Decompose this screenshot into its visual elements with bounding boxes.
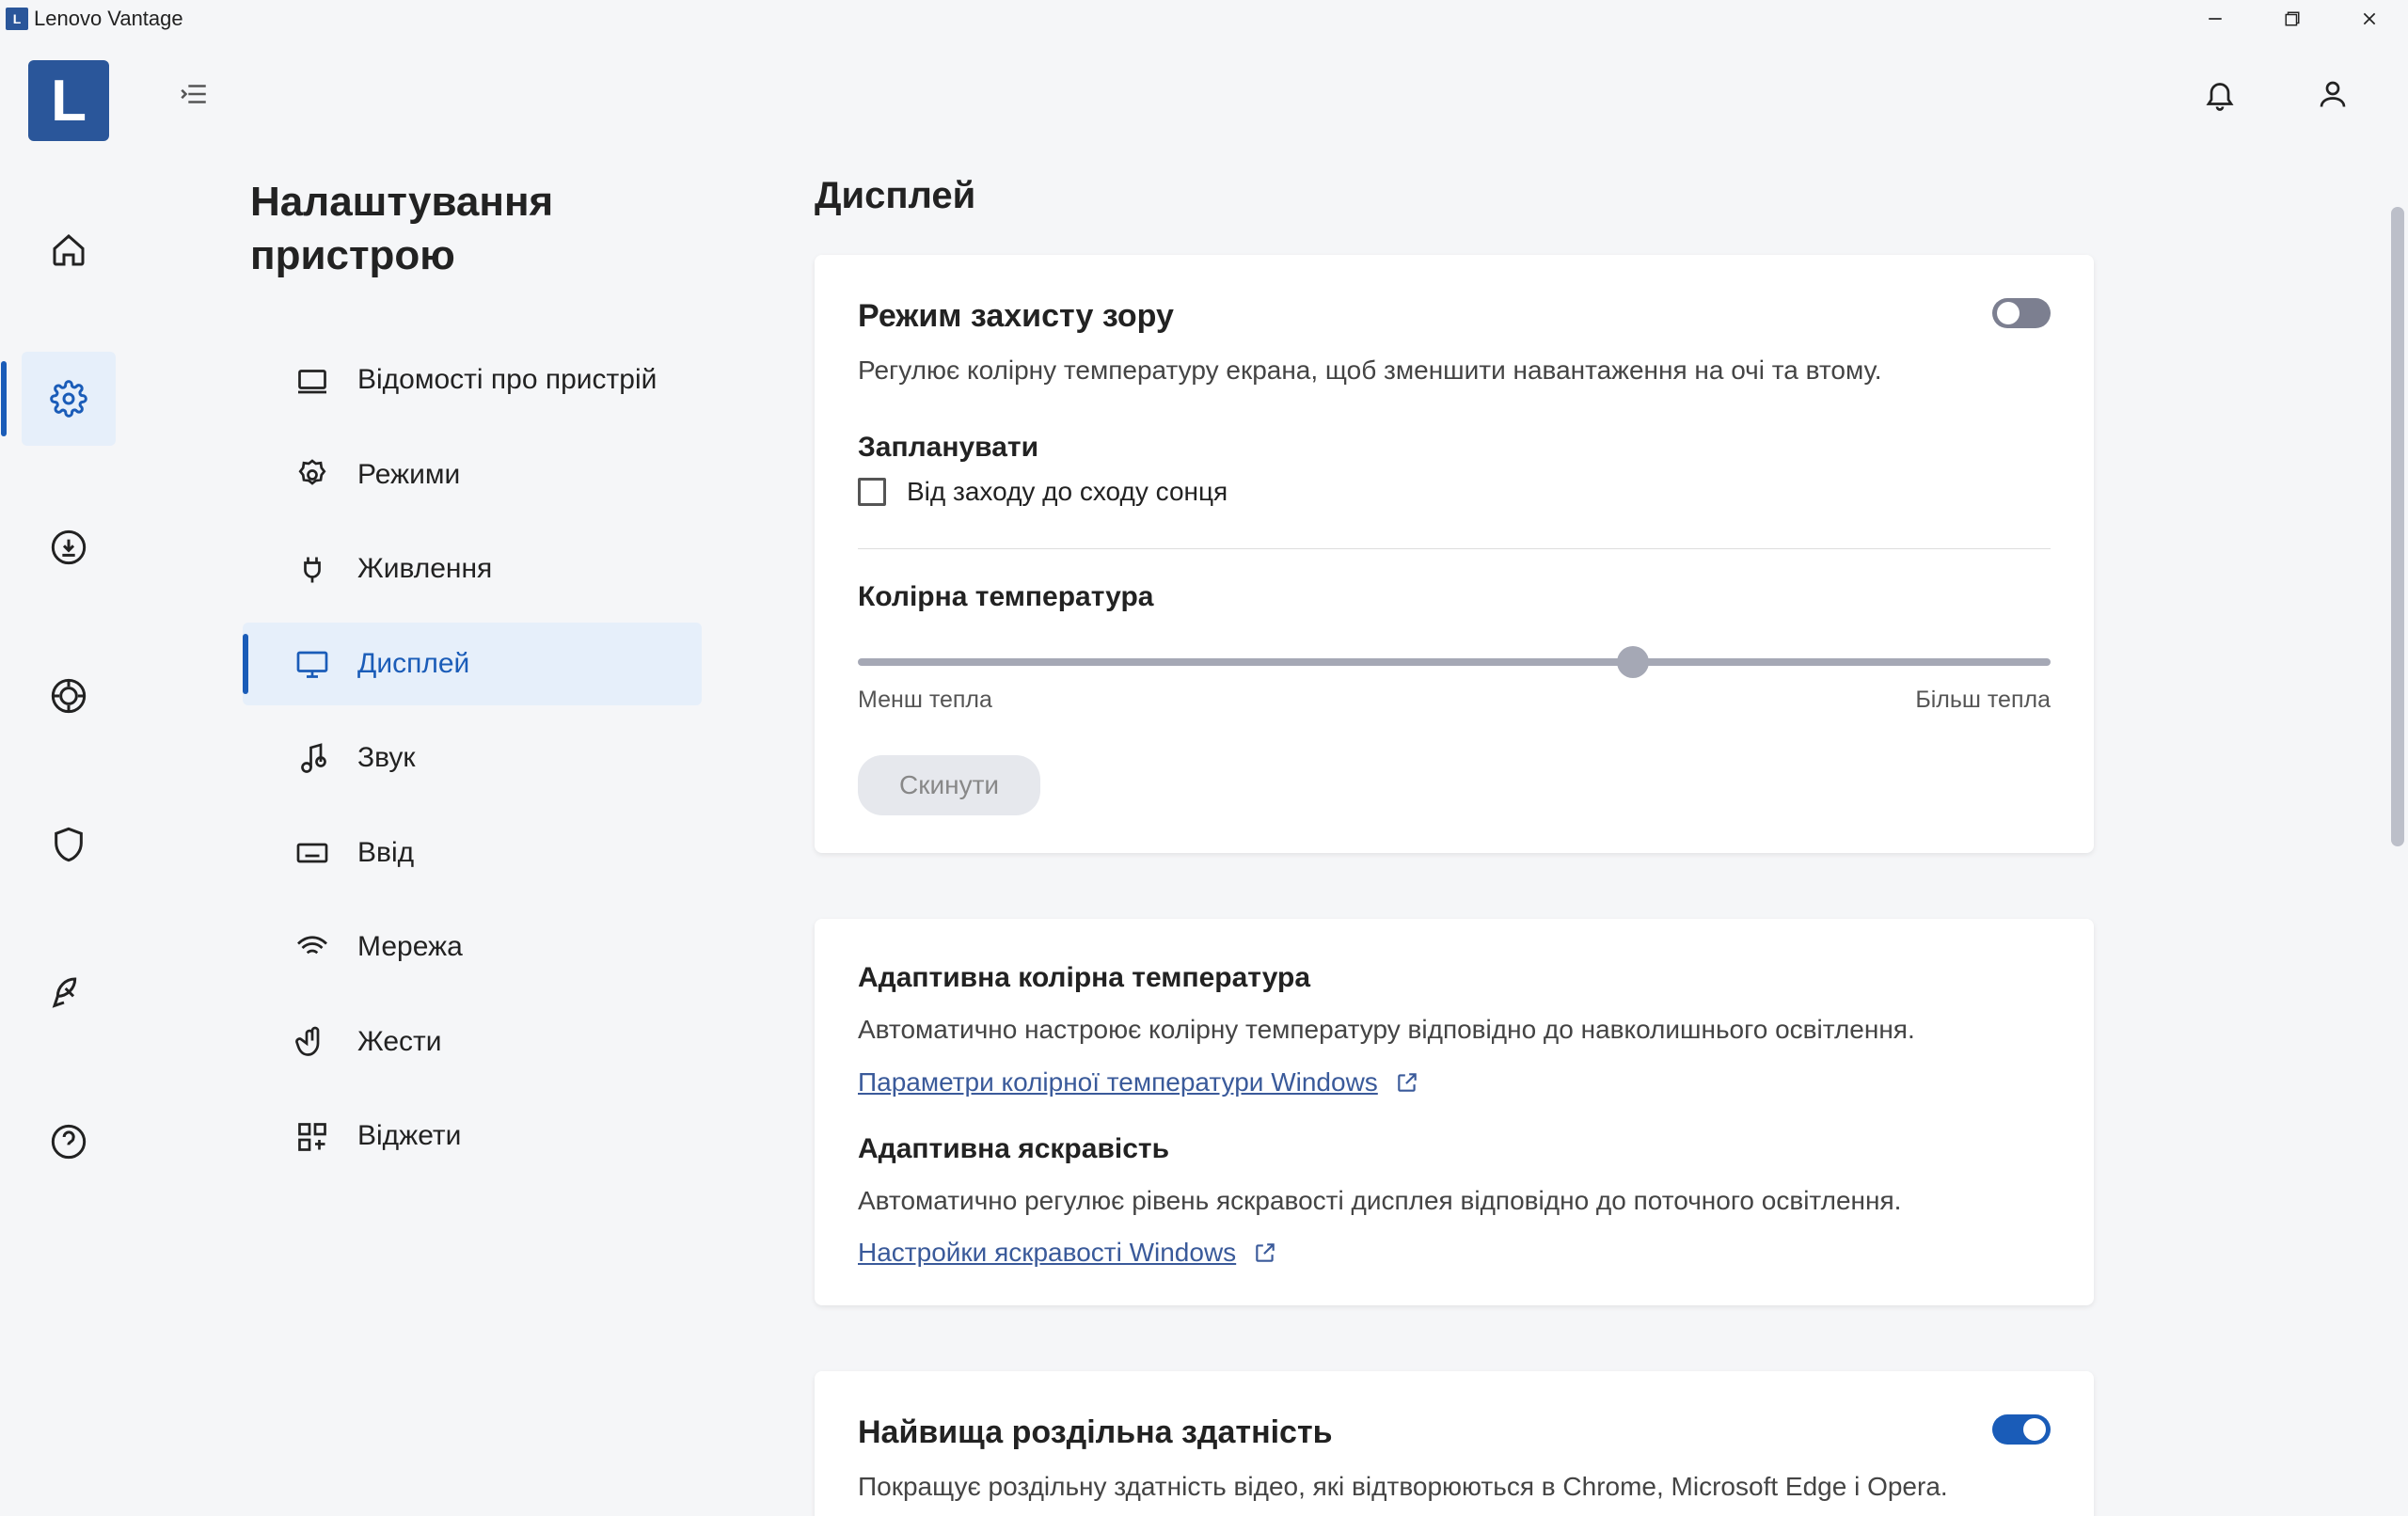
plug-icon — [295, 553, 329, 587]
app-icon: L — [6, 8, 28, 30]
scrollbar[interactable] — [2391, 207, 2404, 846]
sidebar-item-sound[interactable]: Звук — [243, 717, 702, 800]
page-title: Дисплей — [815, 175, 2094, 217]
adaptive-card: Адаптивна колірна температура Автоматичн… — [815, 919, 2094, 1305]
minimize-button[interactable] — [2177, 0, 2254, 38]
rail-performance[interactable] — [22, 946, 116, 1040]
rail-settings[interactable] — [22, 352, 116, 446]
sidebar-item-power[interactable]: Живлення — [243, 528, 702, 611]
divider — [858, 548, 2051, 549]
eye-care-title: Режим захисту зору — [858, 298, 1992, 335]
keyboard-icon — [295, 836, 329, 870]
hand-icon — [295, 1025, 329, 1059]
sidebar-title: Налаштування пристрою — [250, 175, 702, 282]
resolution-toggle[interactable] — [1992, 1414, 2051, 1445]
settings-sidebar: Налаштування пристрою Відомості про прис… — [250, 150, 702, 1516]
content: Дисплей Режим захисту зору Регулює колір… — [702, 150, 2169, 1516]
sidebar-item-widgets[interactable]: Віджети — [243, 1095, 702, 1178]
slider-thumb[interactable] — [1617, 646, 1649, 678]
sidebar-item-network[interactable]: Мережа — [243, 906, 702, 989]
eye-care-desc: Регулює колірну температуру екрана, щоб … — [858, 350, 1992, 390]
color-temp-slider[interactable] — [858, 658, 2051, 666]
rail-target[interactable] — [22, 649, 116, 743]
account-icon[interactable] — [2314, 75, 2352, 113]
maximize-button[interactable] — [2254, 0, 2331, 38]
sidebar-item-label: Відомості про пристрій — [357, 361, 657, 400]
resolution-card: Найвища роздільна здатність Покращує роз… — [815, 1371, 2094, 1516]
titlebar: L Lenovo Vantage — [0, 0, 2408, 38]
close-button[interactable] — [2331, 0, 2408, 38]
resolution-title: Найвища роздільна здатність — [858, 1414, 1992, 1451]
external-link-icon — [1253, 1240, 1277, 1265]
adaptive-temp-desc: Автоматично настроює колірну температуру… — [858, 1009, 2051, 1050]
windows-color-temp-link[interactable]: Параметри колірної температури Windows — [858, 1067, 1419, 1098]
wifi-icon — [295, 931, 329, 965]
laptop-icon — [295, 364, 329, 398]
checkbox-label: Від заходу до сходу сонця — [907, 477, 1228, 507]
external-link-icon — [1395, 1070, 1419, 1095]
windows-brightness-link[interactable]: Настройки яскравості Windows — [858, 1238, 1277, 1268]
sidebar-item-display[interactable]: Дисплей — [243, 623, 702, 706]
slider-min-label: Менш тепла — [858, 687, 992, 714]
sidebar-item-label: Жести — [357, 1023, 442, 1062]
sidebar-item-label: Живлення — [357, 550, 492, 589]
music-icon — [295, 742, 329, 776]
gear-badge-icon — [295, 458, 329, 492]
window-title: Lenovo Vantage — [34, 7, 183, 31]
rail-download[interactable] — [22, 500, 116, 594]
notifications-icon[interactable] — [2201, 75, 2239, 113]
rail-security[interactable] — [22, 797, 116, 892]
eye-care-toggle[interactable] — [1992, 298, 2051, 328]
adaptive-bright-desc: Автоматично регулює рівень яскравості ди… — [858, 1180, 2051, 1221]
slider-max-label: Більш тепла — [1915, 687, 2051, 714]
checkbox-icon — [858, 478, 886, 506]
color-temp-title: Колірна температура — [858, 581, 2051, 613]
topbar — [137, 38, 2408, 150]
rail-help[interactable] — [22, 1095, 116, 1189]
sidebar-item-label: Мережа — [357, 928, 463, 967]
sidebar-toggle[interactable] — [175, 75, 213, 113]
sidebar-item-label: Звук — [357, 739, 416, 778]
sidebar-item-label: Режими — [357, 456, 460, 495]
adaptive-temp-title: Адаптивна колірна температура — [858, 962, 2051, 994]
widgets-icon — [295, 1120, 329, 1154]
nav-rail: L — [0, 38, 137, 1516]
sidebar-item-gestures[interactable]: Жести — [243, 1001, 702, 1084]
eye-care-card: Режим захисту зору Регулює колірну темпе… — [815, 255, 2094, 853]
rail-home[interactable] — [22, 203, 116, 297]
schedule-checkbox-row[interactable]: Від заходу до сходу сонця — [858, 477, 2051, 507]
monitor-icon — [295, 647, 329, 681]
logo[interactable]: L — [28, 60, 109, 141]
schedule-title: Запланувати — [858, 432, 2051, 464]
sidebar-item-device-info[interactable]: Відомості про пристрій — [243, 339, 702, 422]
reset-button[interactable]: Скинути — [858, 755, 1040, 815]
sidebar-item-modes[interactable]: Режими — [243, 434, 702, 517]
sidebar-item-label: Ввід — [357, 834, 414, 873]
adaptive-bright-title: Адаптивна яскравість — [858, 1133, 2051, 1165]
sidebar-item-label: Дисплей — [357, 645, 469, 684]
sidebar-item-label: Віджети — [357, 1117, 461, 1156]
sidebar-item-input[interactable]: Ввід — [243, 812, 702, 895]
resolution-desc: Покращує роздільну здатність відео, які … — [858, 1466, 1992, 1507]
